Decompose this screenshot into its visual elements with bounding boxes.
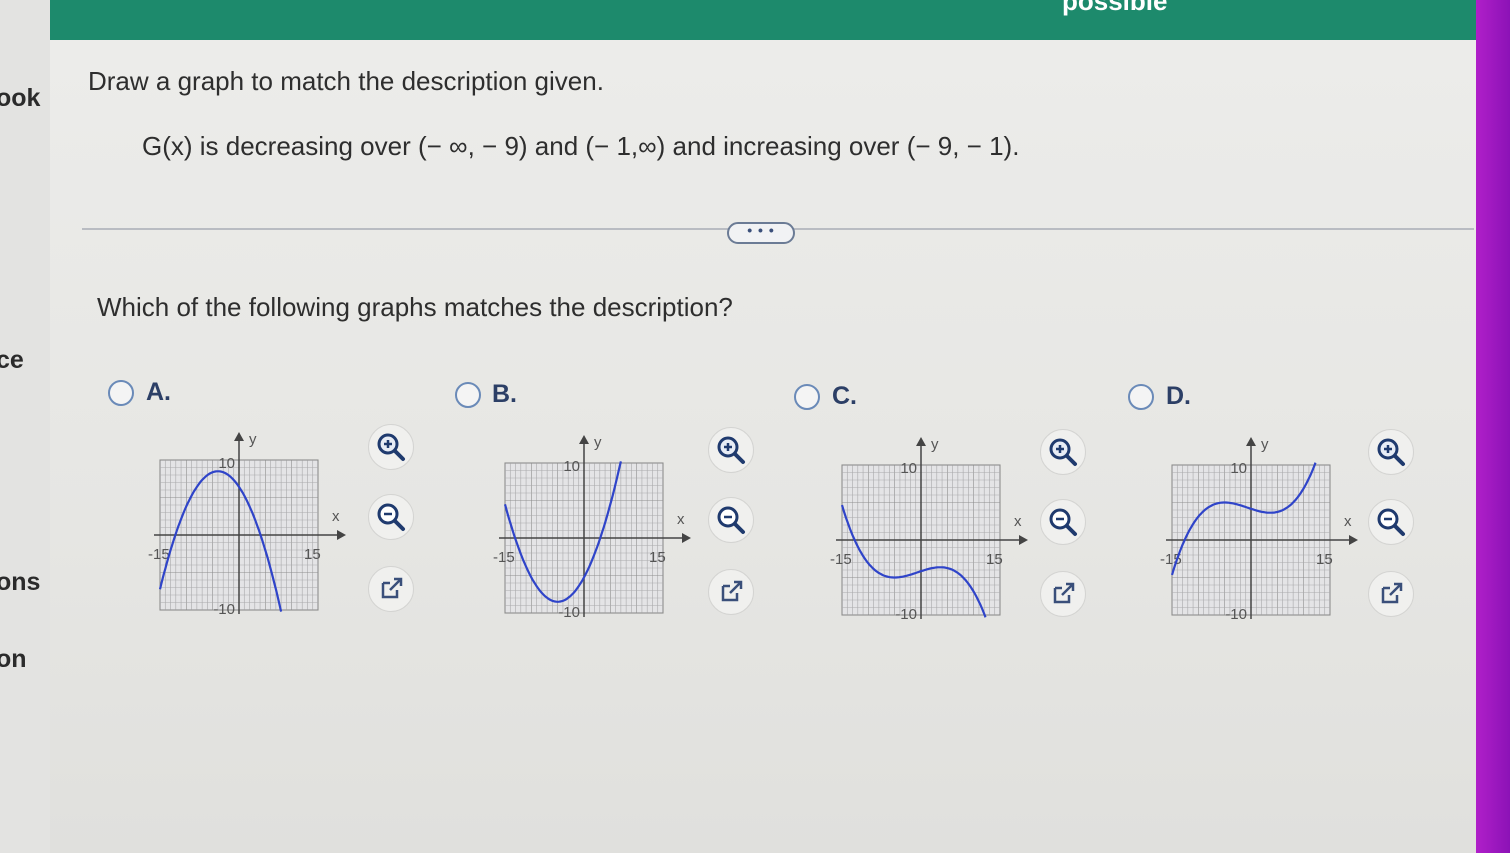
y-max-tick-label: 10 [563,458,580,475]
zoom-in-icon [377,433,405,461]
option-a-label[interactable]: A. [146,378,171,407]
option-a-open-in-new-button[interactable] [368,566,414,612]
option-d-radio[interactable] [1128,384,1154,410]
sidebar-label-section[interactable]: on [0,645,27,674]
y-max-tick-label: 10 [1230,460,1247,477]
x-max-tick-label: 15 [986,551,1003,568]
x-min-tick-label: -15 [493,549,515,566]
x-axis-label: x [677,511,685,528]
zoom-out-icon [377,503,405,531]
x-max-tick-label: 15 [649,549,666,566]
zoom-out-icon [717,506,745,534]
x-axis-arrow [1349,535,1358,545]
problem-description: G(x) is decreasing over (− ∞, − 9) and (… [142,131,1020,161]
option-d-zoom-in-button[interactable] [1368,429,1414,475]
option-b-radio[interactable] [455,382,481,408]
y-axis-label: y [931,436,939,453]
x-max-tick-label: 15 [1316,551,1333,568]
option-b-label[interactable]: B. [492,380,517,409]
x-axis-arrow [1019,535,1028,545]
option-b-open-in-new-button[interactable] [708,569,754,615]
option-c-label[interactable]: C. [832,382,857,411]
top-status-bar: possible [50,0,1510,40]
x-axis-label: x [1014,513,1022,530]
y-min-tick-label: -10 [1225,606,1247,623]
left-sidebar: ook ce ons on [0,0,50,853]
y-min-tick-label: -10 [213,601,235,618]
option-c-radio[interactable] [794,384,820,410]
sidebar-label-practice[interactable]: ce [0,346,24,375]
option-c-graph[interactable]: y x 10 -10 -15 15 [830,427,1030,627]
external-link-icon [721,580,743,602]
option-c-zoom-in-button[interactable] [1040,429,1086,475]
y-axis-arrow [234,432,244,441]
option-d-label[interactable]: D. [1166,382,1191,411]
y-axis-label: y [1261,436,1269,453]
y-axis-arrow [579,435,589,444]
external-link-icon [381,577,403,599]
option-b-graph[interactable]: y x 10 -10 -15 15 [493,425,693,625]
option-a-zoom-in-button[interactable] [368,424,414,470]
option-c-zoom-out-button[interactable] [1040,499,1086,545]
option-d-graph[interactable]: yx10-10-15 15 [1160,427,1360,627]
x-axis-label: x [1344,513,1352,530]
x-max-tick-label: 15 [304,546,321,563]
y-axis-arrow [1246,437,1256,446]
instruction-text: Draw a graph to match the description gi… [88,66,604,96]
x-axis-arrow [682,533,691,543]
zoom-in-icon [1377,438,1405,466]
sidebar-label-questions[interactable]: ons [0,568,40,597]
sidebar-label-book[interactable]: ook [0,84,40,113]
y-min-tick-label: -10 [558,604,580,621]
option-d-zoom-out-button[interactable] [1368,499,1414,545]
y-max-tick-label: 10 [900,460,917,477]
zoom-in-icon [1049,438,1077,466]
x-min-tick-label: -15 [830,551,852,568]
topbar-text: possible [1062,0,1168,16]
y-axis-arrow [916,437,926,446]
option-c-open-in-new-button[interactable] [1040,571,1086,617]
question-text: Which of the following graphs matches th… [97,292,733,322]
expand-more-button[interactable]: • • • [727,222,795,244]
x-axis-arrow [337,530,346,540]
option-a-zoom-out-button[interactable] [368,494,414,540]
x-axis-label: x [332,508,340,525]
zoom-out-icon [1049,508,1077,536]
y-min-tick-label: -10 [895,606,917,623]
option-b-zoom-out-button[interactable] [708,497,754,543]
y-axis-label: y [594,434,602,451]
zoom-out-icon [1377,508,1405,536]
option-a-radio[interactable] [108,380,134,406]
external-link-icon [1053,582,1075,604]
option-d-open-in-new-button[interactable] [1368,571,1414,617]
y-max-tick-label: 10 [218,455,235,472]
zoom-in-icon [717,436,745,464]
external-link-icon [1381,582,1403,604]
option-a-graph[interactable]: yx10-10-15 15 [148,422,348,622]
y-axis-label: y [249,431,257,448]
window-edge [1476,0,1510,853]
option-b-zoom-in-button[interactable] [708,427,754,473]
